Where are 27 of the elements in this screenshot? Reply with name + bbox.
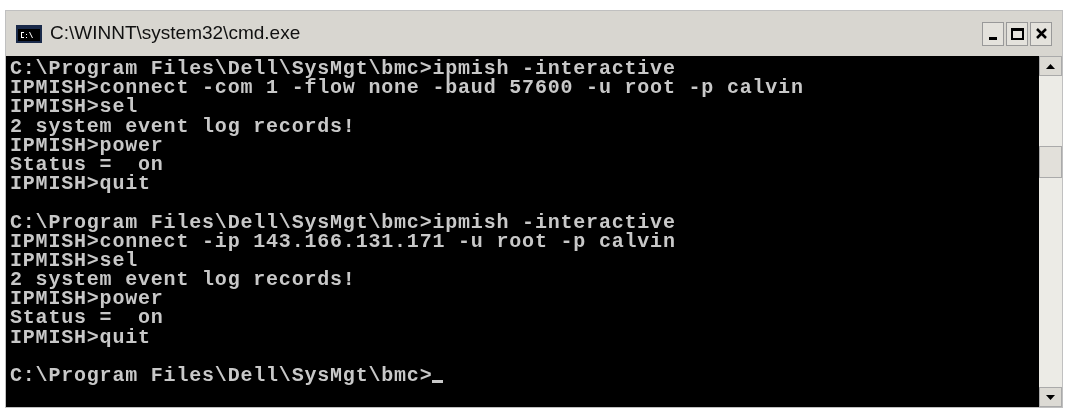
- maximize-button[interactable]: [1006, 21, 1028, 46]
- window-title: C:\WINNT\system32\cmd.exe: [50, 21, 302, 46]
- vertical-scrollbar[interactable]: [1039, 56, 1062, 407]
- console-line: IPMISH>quit: [10, 327, 151, 347]
- down-arrow-icon: [1046, 394, 1055, 400]
- scroll-thumb[interactable]: [1039, 146, 1062, 178]
- console-line: IPMISH>quit: [10, 174, 151, 194]
- minimize-button[interactable]: [982, 21, 1004, 46]
- up-arrow-icon: [1046, 63, 1055, 69]
- console-line: C:\Program Files\Dell\SysMgt\bmc>: [10, 366, 433, 386]
- console-line: Status = on: [10, 308, 164, 328]
- console-line: IPMISH>connect -com 1 -flow none -baud 57600 -u root -p calvin: [10, 78, 804, 98]
- console-line: Status = on: [10, 154, 164, 175]
- console-line: C:\Program Files\Dell\SysMgt\bmc>ipmish -interactive: [10, 59, 676, 79]
- console-line: IPMISH>connect -ip 143.166.131.171 -u root -p calvin: [10, 231, 676, 251]
- console-line: IPMISH>sel: [10, 97, 139, 117]
- console-line: IPMISH>power: [10, 135, 164, 155]
- scroll-down-button[interactable]: [1039, 387, 1062, 407]
- close-button[interactable]: [1030, 21, 1052, 46]
- console-line: 2 system event log records!: [10, 270, 356, 290]
- console-icon: [16, 24, 42, 43]
- scroll-up-button[interactable]: [1039, 56, 1062, 76]
- console-line: IPMISH>power: [10, 289, 164, 309]
- console-line: 2 system event log records!: [10, 116, 356, 136]
- console-line: IPMISH>sel: [10, 250, 139, 271]
- close-icon: [1035, 28, 1047, 39]
- console-line: C:\Program Files\Dell\SysMgt\bmc>ipmish -interactive: [10, 212, 676, 232]
